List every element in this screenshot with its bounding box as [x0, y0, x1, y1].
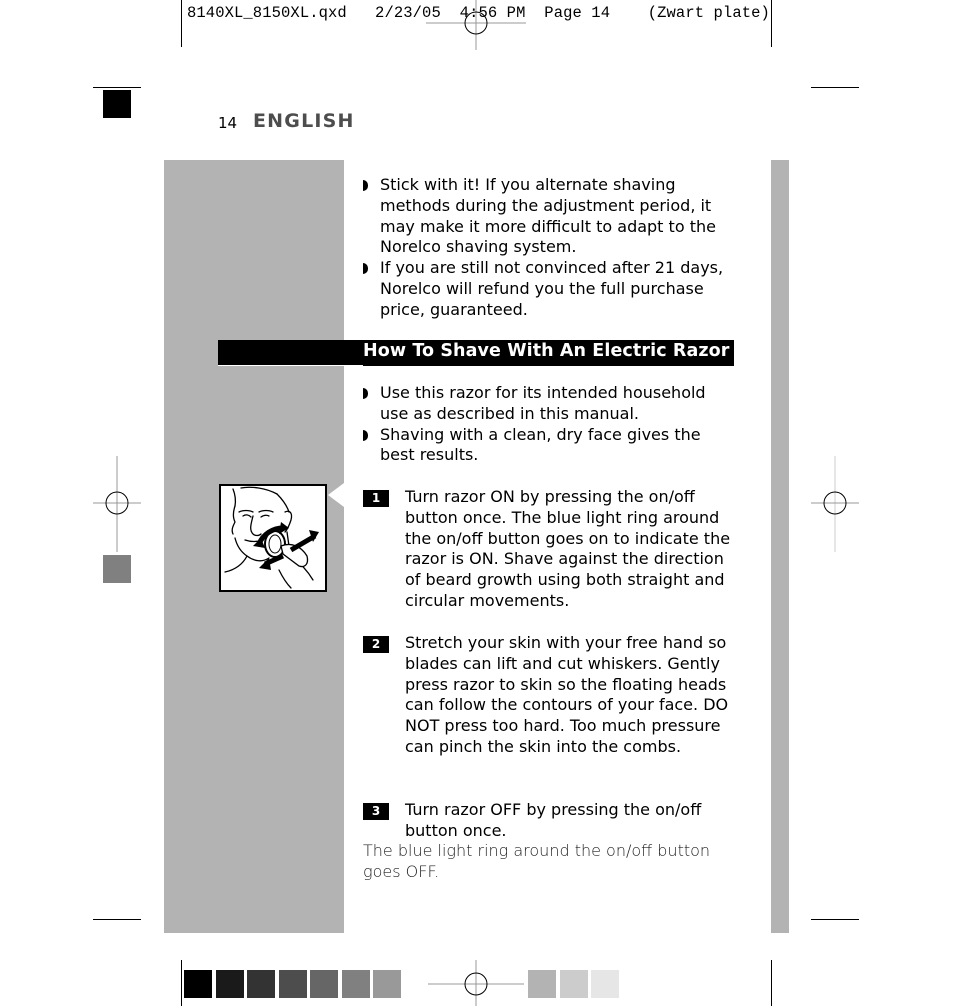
- crop-mark: [181, 960, 182, 1006]
- language-heading: ENGLISH: [253, 110, 355, 132]
- color-swatch: [528, 970, 556, 998]
- crop-mark: [181, 0, 182, 47]
- crop-mark: [93, 87, 141, 88]
- step-number-badge: 1: [363, 490, 389, 507]
- color-swatch: [247, 970, 275, 998]
- registration-mark-icon: [428, 960, 524, 1006]
- crop-mark: [771, 960, 772, 1006]
- step-3-note: The blue light ring around the on/off bu…: [363, 841, 711, 881]
- section-bullet-list: Use this razor for its intended househol…: [363, 383, 735, 466]
- list-item: If you are still not convinced after 21 …: [363, 258, 735, 320]
- color-swatch: [591, 970, 619, 998]
- step-text: Stretch your skin with your free hand so…: [405, 633, 729, 756]
- man-shaving-icon: [224, 486, 319, 589]
- step-3: 3 Turn razor OFF by pressing the on/off …: [363, 800, 735, 842]
- slug-file: 8140XL_8150XL.qxd: [187, 4, 347, 22]
- registration-mark-icon: [811, 456, 859, 552]
- list-item: Use this razor for its intended househol…: [363, 383, 735, 425]
- crop-mark: [811, 919, 859, 920]
- color-swatch: [278, 970, 307, 998]
- color-swatch: [559, 970, 588, 998]
- list-item: Stick with it! If you alternate shaving …: [363, 175, 735, 258]
- list-item: Shaving with a clean, dry face gives the…: [363, 425, 735, 467]
- registration-mark-icon: [426, 0, 526, 50]
- slug-plate: (Zwart plate): [647, 4, 770, 22]
- registration-mark-icon: [93, 456, 141, 552]
- crop-mark: [811, 87, 859, 88]
- color-swatch: [373, 970, 401, 998]
- step-2: 2 Stretch your skin with your free hand …: [363, 633, 735, 758]
- color-swatch: [341, 970, 370, 998]
- intro-bullet-list: Stick with it! If you alternate shaving …: [363, 175, 735, 321]
- step-1: 1 Turn razor ON by pressing the on/off b…: [363, 487, 735, 612]
- bullet-icon: [363, 388, 368, 399]
- bullet-icon: [363, 180, 368, 191]
- crop-mark: [93, 919, 141, 920]
- step-number-badge: 2: [363, 636, 389, 653]
- color-swatch: [215, 970, 244, 998]
- color-swatch: [310, 970, 338, 998]
- step-number-badge: 3: [363, 803, 389, 820]
- bullet-icon: [363, 429, 368, 441]
- color-swatch: [184, 970, 212, 998]
- shaving-illustration: [219, 484, 327, 592]
- step-text: Turn razor OFF by pressing the on/off bu…: [405, 800, 702, 840]
- step-text: Turn razor ON by pressing the on/off but…: [405, 487, 731, 610]
- bullet-icon: [363, 263, 368, 275]
- black-marker-square: [103, 90, 131, 118]
- illustration-pointer: [328, 483, 344, 507]
- crop-mark: [771, 0, 772, 47]
- page-number: 14: [218, 114, 238, 132]
- section-title: How To Shave With An Electric Razor: [363, 341, 730, 361]
- slug-page: Page 14: [544, 4, 611, 22]
- right-gray-bar: [771, 160, 789, 933]
- gray-marker-square: [103, 555, 131, 583]
